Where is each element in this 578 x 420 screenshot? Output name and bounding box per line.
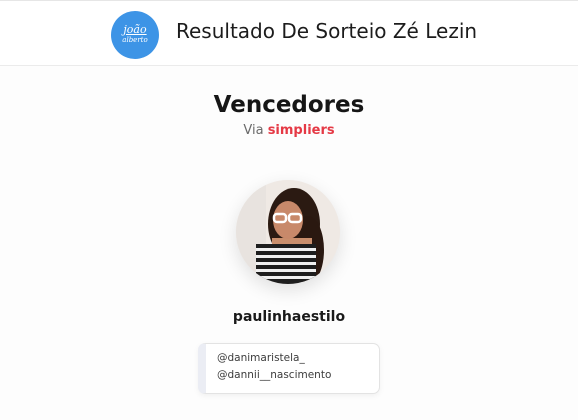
logo-text-primary: joão xyxy=(123,23,147,36)
winner-username[interactable]: paulinhaestilo xyxy=(0,307,578,327)
mention-item[interactable]: @danimaristela_ xyxy=(217,351,305,365)
brand-logo[interactable]: joão alberto xyxy=(111,11,159,59)
via-brand-link[interactable]: simpliers xyxy=(268,123,335,138)
via-caption: Via simpliers xyxy=(0,122,578,140)
page-title: Resultado De Sorteio Zé Lezin xyxy=(176,19,478,43)
winner-avatar xyxy=(236,180,340,284)
winners-heading: Vencedores xyxy=(213,92,365,118)
via-prefix: Via xyxy=(243,123,264,138)
mentions-card: @danimaristela_ @dannii__nascimento xyxy=(198,343,380,394)
logo-text-secondary: alberto xyxy=(122,36,148,44)
top-bar: joão alberto Resultado De Sorteio Zé Lez… xyxy=(0,0,578,66)
winner-photo xyxy=(236,180,340,284)
mention-item[interactable]: @dannii__nascimento xyxy=(217,368,331,382)
